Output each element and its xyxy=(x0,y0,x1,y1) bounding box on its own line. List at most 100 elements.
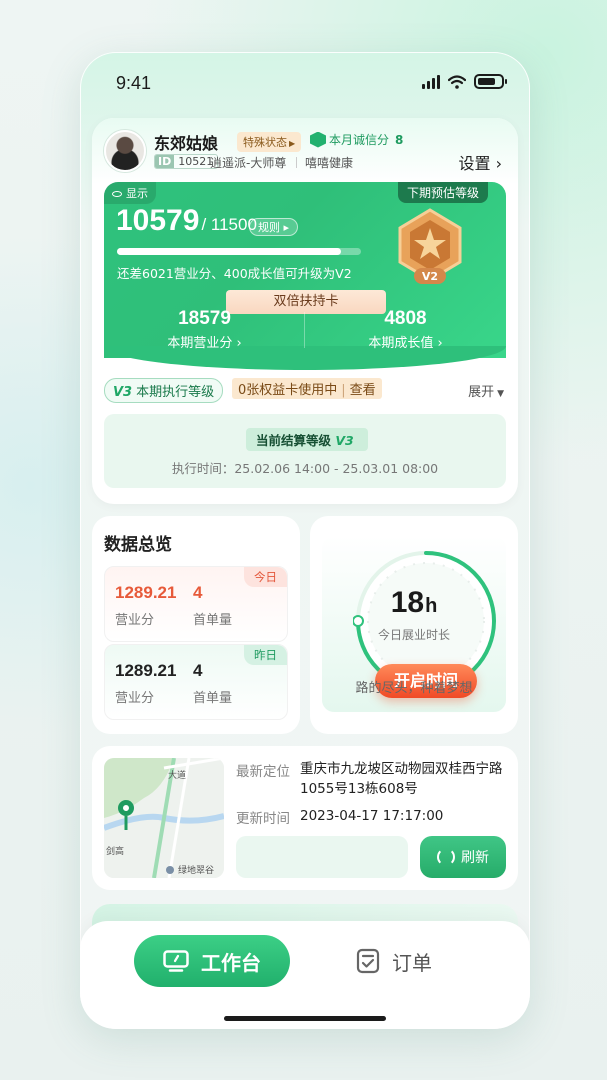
tab-workbench[interactable]: 工作台 xyxy=(134,935,290,987)
settings-label: 设置 xyxy=(458,154,491,173)
map-poi-label: 绿地翠谷 xyxy=(178,864,214,876)
settings-link[interactable]: 设置 › xyxy=(458,150,502,174)
update-time-value: 2023-04-17 17:17:00 xyxy=(300,808,444,824)
status-time: 9:41 xyxy=(116,73,152,93)
monitor-icon xyxy=(163,950,189,972)
tab-orders[interactable]: 订单 xyxy=(356,935,456,987)
settlement-box: 当前结算等级 V3 执行时间：25.02.06 14:00 - 25.03.01… xyxy=(104,414,506,488)
shield-icon xyxy=(310,131,326,148)
latest-location-label: 最新定位 xyxy=(236,764,290,780)
battery-icon xyxy=(474,74,507,89)
score: 10579/ 11500 xyxy=(116,204,257,238)
refresh-label: 刷新 xyxy=(461,850,489,866)
chevron-right-icon: › xyxy=(437,336,443,351)
execution-level-tag: V3 本期执行等级 xyxy=(104,378,224,403)
divider xyxy=(296,157,297,168)
avatar[interactable] xyxy=(104,130,146,172)
today-tag: 今日 xyxy=(244,567,287,587)
settlement-title-label: 当前结算等级 xyxy=(256,433,332,448)
benefit-text: 0张权益卡使用中 xyxy=(238,383,338,398)
work-time-panel: 18h 今日展业时长 开启时间 路的尽头，种着梦想 xyxy=(322,536,506,712)
work-hours-label: 今日展业时长 xyxy=(377,628,450,642)
level-progress-fill xyxy=(117,248,342,255)
benefit-card-info: 0张权益卡使用中 | 查看 xyxy=(232,378,382,399)
stat-value: 4808 xyxy=(384,308,427,329)
phone-frame: 9:41 东郊姑娘 特殊状态 ▶ 本月诚信分 8 ID 10521 逍遥派-大师… xyxy=(80,52,530,1029)
stat-label: 本期营业分 xyxy=(167,336,233,351)
rule-label: 规则 xyxy=(258,221,280,234)
execution-level-label: 本期执行等级 xyxy=(136,385,215,400)
work-hours: 18h xyxy=(322,586,506,620)
rule-button[interactable]: 规则 ▸ xyxy=(249,218,299,236)
stat-revenue[interactable]: 18579 本期营业分 › xyxy=(104,308,305,351)
user-name: 东郊姑娘 xyxy=(154,134,219,153)
hours-value: 18 xyxy=(390,586,425,619)
eye-icon xyxy=(112,191,122,197)
execution-row: V3 本期执行等级 0张权益卡使用中 | 查看 展开 ▼ xyxy=(104,376,504,404)
expand-button[interactable]: 展开 ▼ xyxy=(468,381,504,400)
upgrade-tip: 还差6021营业分、400成长值可升级为V2 xyxy=(117,266,352,281)
view-link[interactable]: 查看 xyxy=(350,383,376,398)
yesterday-revenue: 1289.21 xyxy=(115,661,177,680)
medal-icon: V2 xyxy=(398,208,462,284)
v3-badge-icon: V3 xyxy=(335,433,354,448)
refresh-button[interactable]: 刷新 xyxy=(420,836,506,878)
credit-value: 8 xyxy=(395,132,404,147)
revenue-label: 营业分 xyxy=(115,691,155,706)
visibility-toggle[interactable]: 显示 xyxy=(104,182,156,204)
yesterday-stats: 昨日 1289.21 4 营业分 首单量 xyxy=(104,644,288,720)
tab-bar: 工作台 订单 xyxy=(80,921,530,1029)
caret-right-icon: ▶ xyxy=(289,139,296,148)
chevron-right-icon: › xyxy=(495,154,502,173)
level-progress-bar xyxy=(117,248,361,255)
expand-label: 展开 xyxy=(468,385,495,400)
map-graphic: 大道 剑高 绿地翠谷 xyxy=(104,758,224,878)
chevron-right-icon: › xyxy=(236,336,242,351)
clipboard-icon xyxy=(356,948,380,974)
yesterday-tag: 昨日 xyxy=(244,645,287,665)
profile-header: 东郊姑娘 特殊状态 ▶ 本月诚信分 8 ID 10521 逍遥派-大师尊 嘻嘻健康… xyxy=(92,118,518,184)
profile-card: 东郊姑娘 特殊状态 ▶ 本月诚信分 8 ID 10521 逍遥派-大师尊 嘻嘻健康… xyxy=(92,118,518,504)
map-place-label: 剑高 xyxy=(106,845,124,857)
health-label: 嘻嘻健康 xyxy=(305,156,354,170)
id-label: ID xyxy=(155,155,175,168)
chevron-down-icon: ▼ xyxy=(497,389,504,399)
settlement-title: 当前结算等级 V3 xyxy=(246,428,368,451)
status-bar: 9:41 xyxy=(80,70,530,100)
credit-score[interactable]: 本月诚信分 8 xyxy=(310,131,403,148)
special-status-label: 特殊状态 xyxy=(243,136,287,149)
location-card: 大道 剑高 绿地翠谷 最新定位 重庆市九龙坡区动物园双桂西宁路1055号13栋6… xyxy=(92,746,518,890)
orders-label: 首单量 xyxy=(193,691,233,706)
stat-growth[interactable]: 4808 本期成长值 › xyxy=(305,308,506,351)
work-time-card: 18h 今日展业时长 开启时间 路的尽头，种着梦想 xyxy=(310,516,518,734)
refresh-icon xyxy=(437,848,455,866)
v3-badge-icon: V3 xyxy=(113,385,133,400)
special-status-tag[interactable]: 特殊状态 ▶ xyxy=(237,132,302,152)
id-badge: ID 10521 xyxy=(154,154,219,169)
caret-right-icon: ▸ xyxy=(283,221,290,234)
orders-label: 首单量 xyxy=(193,613,233,628)
wifi-icon xyxy=(448,74,466,89)
tab-workbench-label: 工作台 xyxy=(201,950,261,975)
today-stats: 今日 1289.21 4 营业分 首单量 xyxy=(104,566,288,642)
location-map[interactable]: 大道 剑高 绿地翠谷 xyxy=(104,758,224,878)
level-panel: 显示 下期预估等级 10579/ 11500 规则 ▸ 还差6021营业分、40… xyxy=(104,182,506,370)
credit-label: 本月诚信分 xyxy=(329,133,390,147)
score-value: 10579 xyxy=(116,204,200,237)
team-label: 逍遥派-大师尊 xyxy=(210,156,287,170)
show-label: 显示 xyxy=(126,187,148,200)
today-orders: 4 xyxy=(193,583,203,602)
home-indicator xyxy=(224,1016,386,1021)
tab-orders-label: 订单 xyxy=(392,950,432,975)
update-time-label: 更新时间 xyxy=(236,811,290,827)
revenue-label: 营业分 xyxy=(115,613,155,628)
next-level-label: 下期预估等级 xyxy=(397,182,488,203)
today-revenue: 1289.21 xyxy=(115,583,177,602)
data-overview-card[interactable]: 数据总览 今日 1289.21 4 营业分 首单量 昨日 1289.21 4 营… xyxy=(92,516,300,734)
hours-unit: h xyxy=(425,595,438,617)
latest-location-value: 重庆市九龙坡区动物园双桂西宁路1055号13栋608号 xyxy=(300,761,503,797)
signal-icon xyxy=(422,74,440,89)
stat-label: 本期成长值 xyxy=(368,336,434,351)
motto-text: 路的尽头，种着梦想 xyxy=(355,681,473,696)
stat-value: 18579 xyxy=(178,308,231,329)
